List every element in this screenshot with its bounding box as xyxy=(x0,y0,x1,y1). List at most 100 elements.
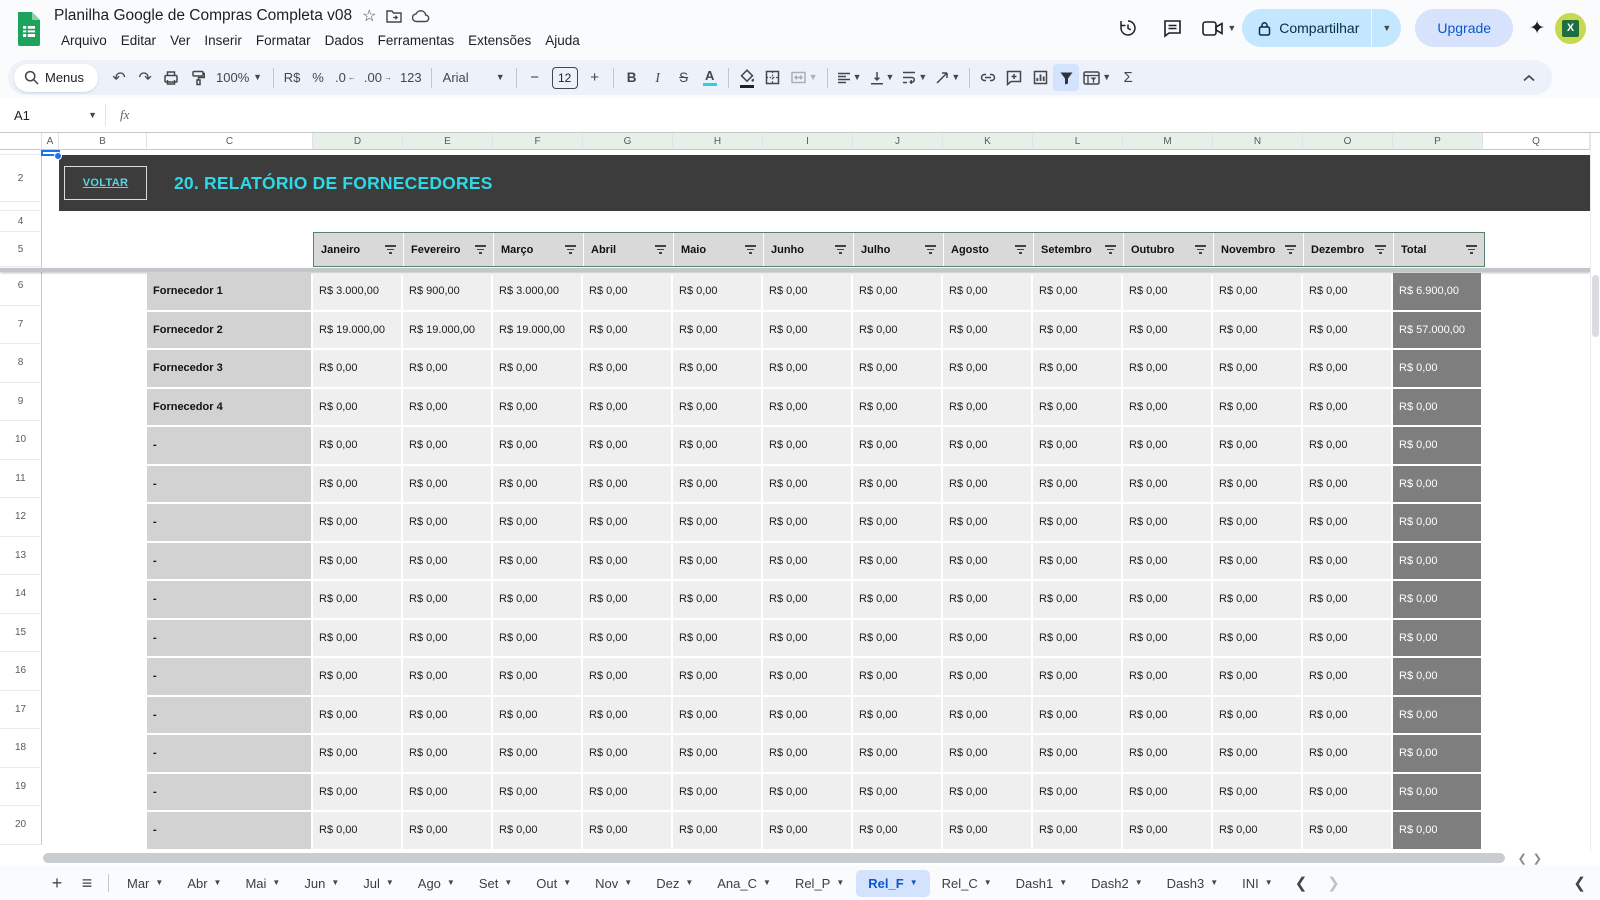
table-row-7-month-10[interactable]: R$ 0,00 xyxy=(1213,312,1301,349)
table-row-15-month-9[interactable]: R$ 0,00 xyxy=(1123,620,1211,657)
table-row-18-month-9[interactable]: R$ 0,00 xyxy=(1123,735,1211,772)
table-row-8-month-1[interactable]: R$ 0,00 xyxy=(403,350,491,387)
cloud-saved-icon[interactable] xyxy=(412,9,430,23)
table-row-18-month-0[interactable]: R$ 0,00 xyxy=(313,735,401,772)
row-header-15[interactable]: 15 xyxy=(0,614,42,653)
table-row-12-name[interactable]: - xyxy=(147,504,311,541)
table-row-14-month-5[interactable]: R$ 0,00 xyxy=(763,581,851,618)
table-row-7-name[interactable]: Fornecedor 2 xyxy=(147,312,311,349)
table-row-14-month-9[interactable]: R$ 0,00 xyxy=(1123,581,1211,618)
table-row-9-month-2[interactable]: R$ 0,00 xyxy=(493,389,581,426)
vertical-align-icon[interactable]: ▼ xyxy=(866,64,899,91)
row-header-14[interactable]: 14 xyxy=(0,575,42,614)
filter-icon[interactable] xyxy=(835,245,846,254)
sheet-tab-ini[interactable]: INI▼ xyxy=(1230,870,1285,897)
filter-icon[interactable] xyxy=(925,245,936,254)
table-row-15-month-4[interactable]: R$ 0,00 xyxy=(673,620,761,657)
italic-icon[interactable]: I xyxy=(645,64,671,91)
table-row-8-month-0[interactable]: R$ 0,00 xyxy=(313,350,401,387)
tab-menu-caret-icon[interactable]: ▼ xyxy=(1135,879,1143,887)
tabs-scroll-left-icon[interactable]: ❮ xyxy=(1285,874,1318,892)
table-row-9-total[interactable]: R$ 0,00 xyxy=(1393,389,1481,426)
font-family-select[interactable]: Arial▼ xyxy=(437,64,511,91)
table-row-13-month-2[interactable]: R$ 0,00 xyxy=(493,543,581,580)
table-row-12-month-11[interactable]: R$ 0,00 xyxy=(1303,504,1391,541)
table-row-19-total[interactable]: R$ 0,00 xyxy=(1393,774,1481,811)
table-row-17-month-7[interactable]: R$ 0,00 xyxy=(943,697,1031,734)
table-row-9-month-6[interactable]: R$ 0,00 xyxy=(853,389,941,426)
table-row-8-month-7[interactable]: R$ 0,00 xyxy=(943,350,1031,387)
table-row-8-month-9[interactable]: R$ 0,00 xyxy=(1123,350,1211,387)
menu-extensões[interactable]: Extensões xyxy=(461,31,538,50)
table-row-14-month-8[interactable]: R$ 0,00 xyxy=(1033,581,1121,618)
table-row-20-month-8[interactable]: R$ 0,00 xyxy=(1033,812,1121,849)
table-row-11-month-8[interactable]: R$ 0,00 xyxy=(1033,466,1121,503)
add-sheet-button[interactable]: + xyxy=(42,869,72,897)
sheet-tab-dash1[interactable]: Dash1▼ xyxy=(1004,870,1080,897)
sheet-tab-set[interactable]: Set▼ xyxy=(467,870,524,897)
tab-menu-caret-icon[interactable]: ▼ xyxy=(836,879,844,887)
table-row-20-month-3[interactable]: R$ 0,00 xyxy=(583,812,671,849)
table-row-20-month-10[interactable]: R$ 0,00 xyxy=(1213,812,1301,849)
table-row-16-month-6[interactable]: R$ 0,00 xyxy=(853,658,941,695)
side-panel-toggle-icon[interactable]: ❮ xyxy=(1573,874,1586,892)
tab-menu-caret-icon[interactable]: ▼ xyxy=(1265,879,1273,887)
increase-decimal-button[interactable]: .00→ xyxy=(360,64,396,91)
share-options-caret-icon[interactable]: ▼ xyxy=(1371,9,1401,47)
text-wrap-icon[interactable]: ▼ xyxy=(898,64,931,91)
tab-menu-caret-icon[interactable]: ▼ xyxy=(910,879,918,887)
tab-menu-caret-icon[interactable]: ▼ xyxy=(447,879,455,887)
menu-arquivo[interactable]: Arquivo xyxy=(54,31,114,50)
fill-color-icon[interactable] xyxy=(734,64,760,91)
row-header-7[interactable]: 7 xyxy=(0,306,42,345)
print-icon[interactable] xyxy=(158,64,184,91)
vertical-scrollbar[interactable] xyxy=(1590,133,1600,851)
row-header-4[interactable]: 4 xyxy=(0,211,42,232)
font-size-input[interactable]: 12 xyxy=(548,64,582,91)
table-row-17-month-6[interactable]: R$ 0,00 xyxy=(853,697,941,734)
table-row-7-month-9[interactable]: R$ 0,00 xyxy=(1123,312,1211,349)
table-row-9-month-7[interactable]: R$ 0,00 xyxy=(943,389,1031,426)
table-row-11-month-3[interactable]: R$ 0,00 xyxy=(583,466,671,503)
column-header-M[interactable]: M xyxy=(1123,133,1213,150)
table-row-9-name[interactable]: Fornecedor 4 xyxy=(147,389,311,426)
star-icon[interactable]: ☆ xyxy=(362,6,376,26)
table-row-10-month-10[interactable]: R$ 0,00 xyxy=(1213,427,1301,464)
table-row-9-month-3[interactable]: R$ 0,00 xyxy=(583,389,671,426)
row-header-3[interactable] xyxy=(0,202,42,211)
tab-menu-caret-icon[interactable]: ▼ xyxy=(563,879,571,887)
table-row-20-month-5[interactable]: R$ 0,00 xyxy=(763,812,851,849)
sheet-tab-dash3[interactable]: Dash3▼ xyxy=(1155,870,1231,897)
table-row-20-month-1[interactable]: R$ 0,00 xyxy=(403,812,491,849)
table-row-6-month-5[interactable]: R$ 0,00 xyxy=(763,273,851,310)
table-row-8-month-4[interactable]: R$ 0,00 xyxy=(673,350,761,387)
insert-chart-icon[interactable] xyxy=(1027,64,1053,91)
sheet-tab-dez[interactable]: Dez▼ xyxy=(644,870,705,897)
table-row-8-month-3[interactable]: R$ 0,00 xyxy=(583,350,671,387)
tab-menu-caret-icon[interactable]: ▼ xyxy=(685,879,693,887)
table-row-6-month-1[interactable]: R$ 900,00 xyxy=(403,273,491,310)
table-row-16-total[interactable]: R$ 0,00 xyxy=(1393,658,1481,695)
table-row-19-month-10[interactable]: R$ 0,00 xyxy=(1213,774,1301,811)
table-row-18-month-6[interactable]: R$ 0,00 xyxy=(853,735,941,772)
table-row-11-month-0[interactable]: R$ 0,00 xyxy=(313,466,401,503)
name-box[interactable]: A1▼ xyxy=(0,108,105,123)
table-row-18-month-4[interactable]: R$ 0,00 xyxy=(673,735,761,772)
sheet-tab-ana_c[interactable]: Ana_C▼ xyxy=(705,870,783,897)
row-header-17[interactable]: 17 xyxy=(0,691,42,730)
column-header-K[interactable]: K xyxy=(943,133,1033,150)
table-row-11-month-7[interactable]: R$ 0,00 xyxy=(943,466,1031,503)
table-row-7-total[interactable]: R$ 57.000,00 xyxy=(1393,312,1481,349)
table-row-15-month-10[interactable]: R$ 0,00 xyxy=(1213,620,1301,657)
table-row-6-month-4[interactable]: R$ 0,00 xyxy=(673,273,761,310)
filter-icon[interactable] xyxy=(1466,245,1477,254)
table-row-20-month-0[interactable]: R$ 0,00 xyxy=(313,812,401,849)
table-row-17-month-1[interactable]: R$ 0,00 xyxy=(403,697,491,734)
filter-icon[interactable] xyxy=(385,245,396,254)
table-row-14-month-3[interactable]: R$ 0,00 xyxy=(583,581,671,618)
table-row-19-month-2[interactable]: R$ 0,00 xyxy=(493,774,581,811)
table-row-12-total[interactable]: R$ 0,00 xyxy=(1393,504,1481,541)
number-format-button[interactable]: 123 xyxy=(396,64,426,91)
table-row-11-month-1[interactable]: R$ 0,00 xyxy=(403,466,491,503)
table-row-19-month-7[interactable]: R$ 0,00 xyxy=(943,774,1031,811)
